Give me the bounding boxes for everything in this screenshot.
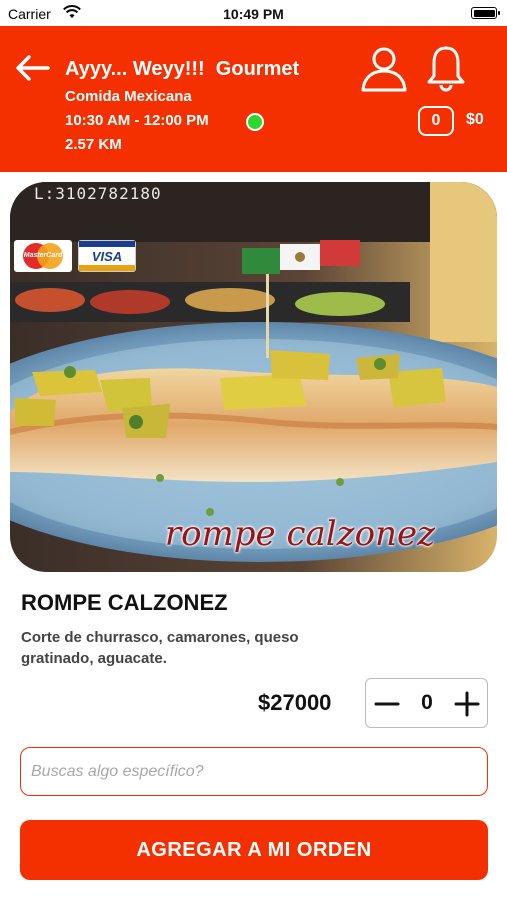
product-image: L:3102782180 MasterCard VISA rompe calzo… [10,182,497,572]
plus-icon[interactable] [452,689,482,719]
product-title: ROMPE CALZONEZ [21,590,228,615]
mastercard-logo: MasterCard [14,240,72,272]
clock: 10:49 PM [223,6,284,22]
hero-phone-text: L:3102782180 [34,184,162,203]
search-input[interactable] [20,747,488,796]
add-to-order-button[interactable]: AGREGAR A MI ORDEN [20,820,488,880]
minus-icon[interactable] [372,689,402,719]
battery-icon [471,7,500,19]
hero-caption: rompe calzonez [164,514,435,554]
product-description: Corte de churrasco, camarones, queso gra… [21,629,299,667]
restaurant-hours: 10:30 AM - 12:00 PM [65,112,209,129]
restaurant-name: Ayyy... Weyy!!! Gourmet [65,58,300,80]
back-arrow-icon[interactable] [14,54,50,82]
cart-total[interactable]: $0 [466,111,484,129]
open-status-indicator [246,113,264,131]
user-icon[interactable] [360,44,408,92]
quantity-value: 0 [421,691,433,714]
quantity-stepper: 0 [365,678,488,728]
product-price: $27000 [258,690,332,715]
visa-logo-text: VISA [91,249,123,264]
restaurant-category: Comida Mexicana [65,88,192,105]
cart-count-badge[interactable]: 0 [418,106,454,136]
bell-icon[interactable] [426,44,466,92]
restaurant-distance: 2.57 KM [65,136,122,153]
visa-logo: VISA [78,240,136,272]
mastercard-logo-text: MasterCard [23,252,63,259]
restaurant-header: Ayyy... Weyy!!! Gourmet Comida Mexicana … [0,26,507,172]
status-bar: Carrier 10:49 PM [0,0,507,26]
